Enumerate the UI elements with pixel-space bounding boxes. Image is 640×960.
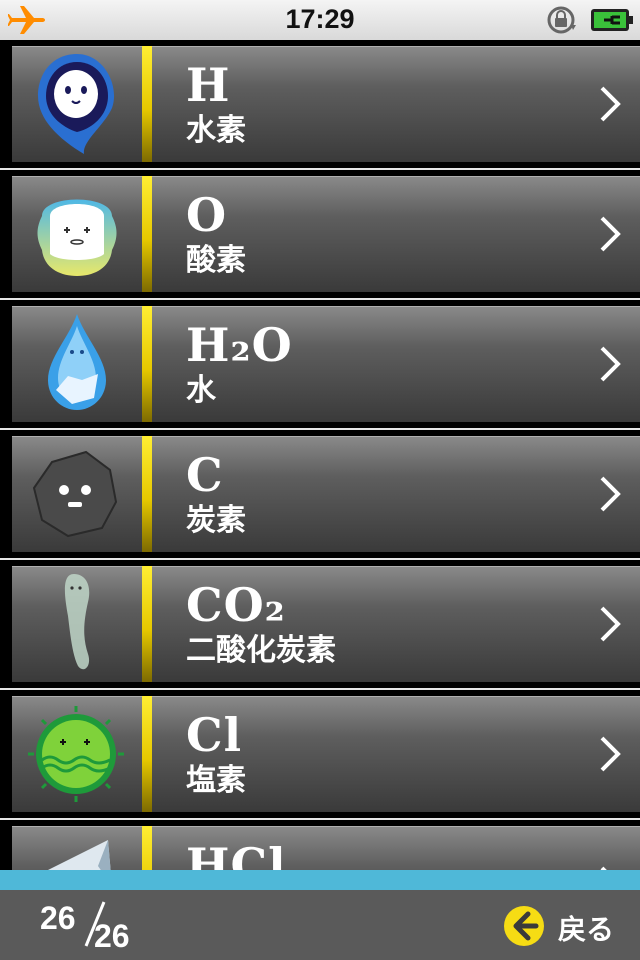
yellow-divider <box>142 436 152 552</box>
formula-label: HCl <box>186 838 287 870</box>
element-name-label: 水 <box>186 373 216 408</box>
list-item-oxygen[interactable]: O 酸素 <box>12 176 640 292</box>
back-button-label: 戻る <box>558 913 615 946</box>
list-item-hydrogen-chloride[interactable]: HCl <box>12 826 640 870</box>
chevron-right-icon <box>600 476 621 512</box>
water-drop-mascot-icon <box>48 314 106 410</box>
chevron-right-icon <box>600 216 621 252</box>
list-item-water[interactable]: H₂O 水 <box>12 306 640 422</box>
list-item-chlorine[interactable]: Cl 塩素 <box>12 696 640 812</box>
row-separator <box>0 818 640 820</box>
chevron-right-icon <box>600 86 621 122</box>
row-separator <box>0 428 640 430</box>
carbon-rock-mascot-icon <box>32 450 118 538</box>
page-current: 26 <box>40 900 76 936</box>
chevron-right-icon <box>600 346 621 382</box>
formula-label: Cl <box>186 708 243 762</box>
list-item-carbon-dioxide[interactable]: CO₂ 二酸化炭素 <box>12 566 640 682</box>
element-name-label: 炭素 <box>186 503 246 538</box>
row-separator <box>0 298 640 300</box>
element-name-label: 水素 <box>186 113 246 148</box>
hydrogen-mascot-icon <box>38 54 115 154</box>
formula-label: O <box>186 188 228 242</box>
back-button[interactable]: 戻る <box>500 902 630 948</box>
yellow-divider <box>142 826 152 870</box>
page-total: 26 <box>94 918 130 954</box>
formula-label: CO₂ <box>186 578 286 632</box>
chevron-right-icon <box>600 736 621 772</box>
carbon-dioxide-ghost-icon <box>64 574 90 670</box>
element-name-label: 二酸化炭素 <box>186 633 336 668</box>
status-bar: 17:29 <box>0 0 640 41</box>
formula-label: H₂O <box>186 318 293 372</box>
hydrogen-chloride-icon <box>48 840 111 870</box>
element-list[interactable]: H 水素 O 酸素 H₂O 水 C 炭素 CO₂ 二酸化炭素 Cl 塩素 HCl <box>0 40 640 870</box>
yellow-divider <box>142 566 152 682</box>
bottom-toolbar: 26 26 戻る <box>0 890 640 960</box>
formula-label: C <box>186 448 224 502</box>
oxygen-mascot-icon <box>37 199 117 276</box>
toolbar-accent-strip <box>0 870 640 890</box>
back-arrow-icon <box>504 906 544 946</box>
element-name-label: 塩素 <box>186 763 246 798</box>
row-separator <box>0 688 640 690</box>
chlorine-mascot-icon <box>28 706 124 802</box>
row-separator <box>0 168 640 170</box>
battery-charging-icon <box>591 9 633 31</box>
list-item-carbon[interactable]: C 炭素 <box>12 436 640 552</box>
formula-label: H <box>186 58 231 112</box>
yellow-divider <box>142 306 152 422</box>
row-separator <box>0 558 640 560</box>
yellow-divider <box>142 696 152 812</box>
list-item-hydrogen[interactable]: H 水素 <box>12 46 640 162</box>
chevron-right-icon <box>600 606 621 642</box>
yellow-divider <box>142 46 152 162</box>
rotation-lock-icon <box>547 6 576 34</box>
element-name-label: 酸素 <box>186 243 246 278</box>
yellow-divider <box>142 176 152 292</box>
